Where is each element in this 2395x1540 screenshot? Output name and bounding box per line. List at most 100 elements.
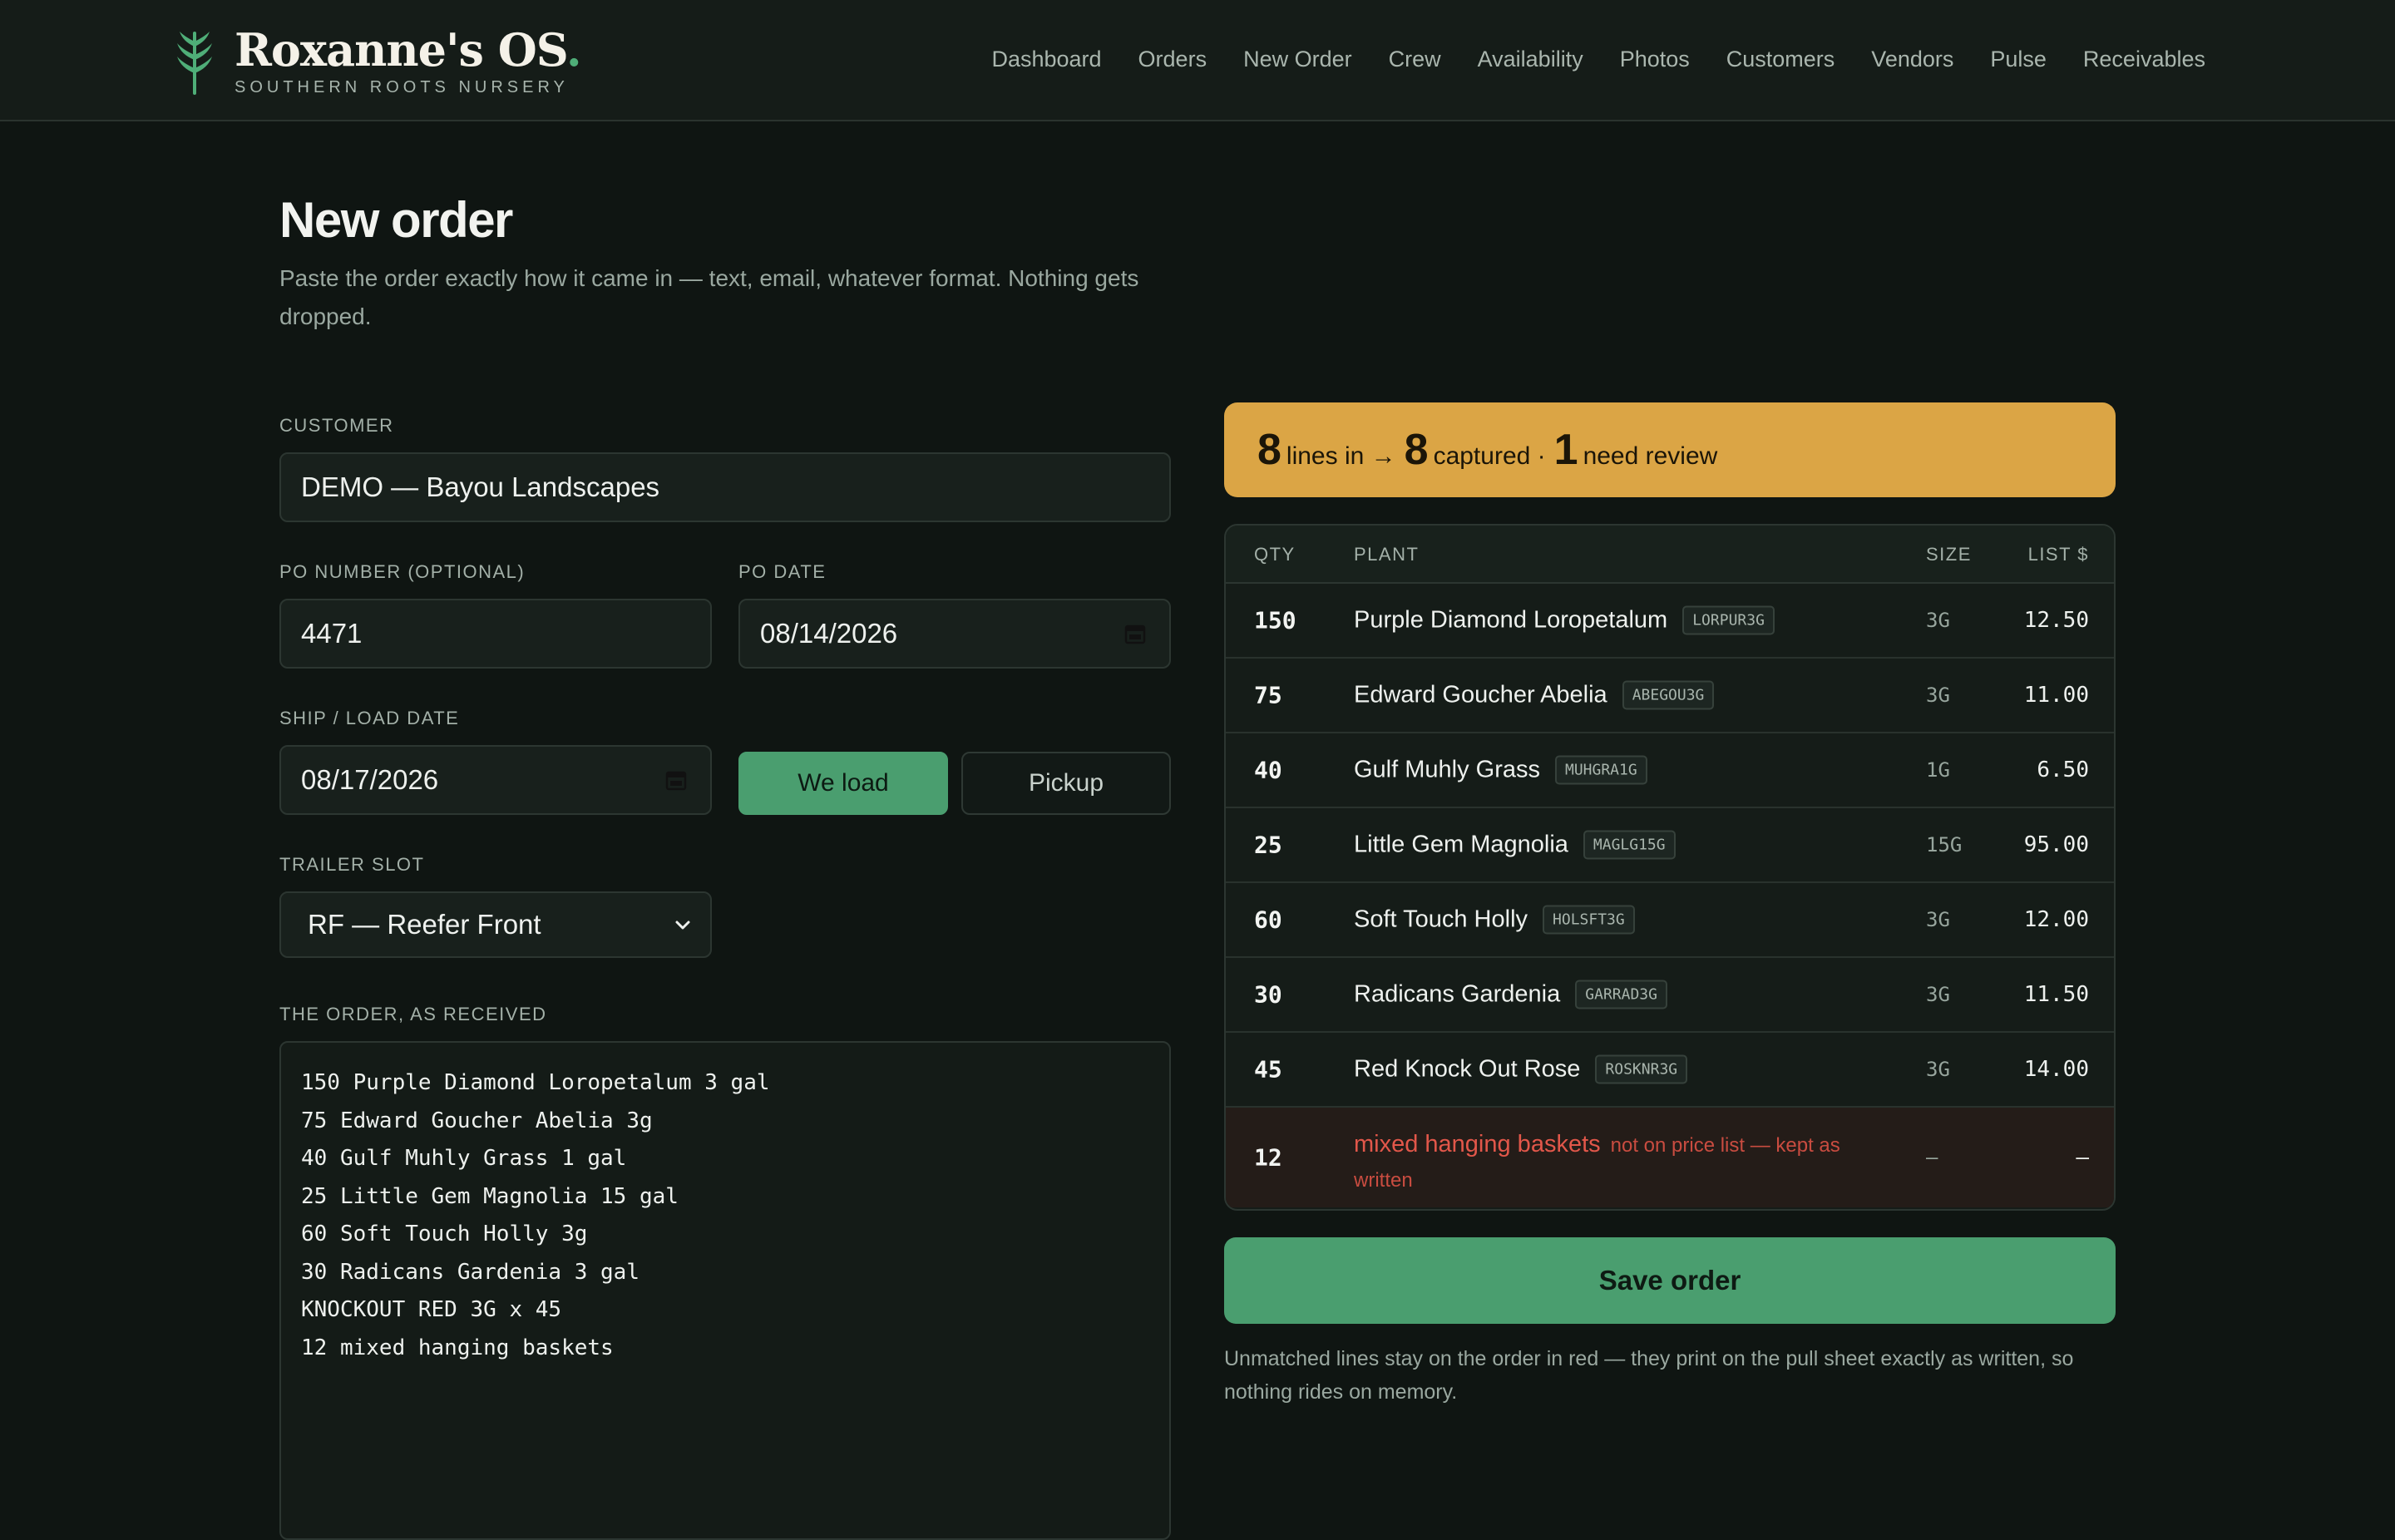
row-qty: 60: [1254, 906, 1282, 934]
row-price: 12.50: [2023, 608, 2089, 633]
row-plant: Purple Diamond Loropetalum LORPUR3G: [1354, 605, 1775, 635]
row-size: 3G: [1926, 684, 1950, 707]
row-price: 14.00: [2023, 1057, 2089, 1082]
col-qty: QTY: [1254, 544, 1296, 565]
save-order-button[interactable]: Save order: [1224, 1237, 2116, 1324]
brand-tagline: SOUTHERN ROOTS NURSERY: [235, 78, 569, 96]
po-date-label: PO Date: [738, 561, 827, 582]
row-size: 3G: [1926, 1058, 1950, 1081]
nav-vendors[interactable]: Vendors: [1871, 47, 1953, 72]
sku-badge: MAGLG15G: [1583, 830, 1676, 860]
row-size: 15G: [1926, 833, 1963, 856]
page-subtitle: Paste the order exactly how it came in —…: [279, 265, 1139, 329]
row-price: 12.00: [2023, 907, 2089, 932]
nav-receivables[interactable]: Receivables: [2083, 47, 2205, 72]
table-row[interactable]: 150 Purple Diamond Loropetalum LORPUR3G 3…: [1226, 584, 2114, 659]
pickup-button[interactable]: Pickup: [961, 752, 1171, 815]
nav-pulse[interactable]: Pulse: [1990, 47, 2047, 72]
nav-photos[interactable]: Photos: [1620, 47, 1690, 72]
row-qty: 12: [1254, 1143, 1282, 1172]
nav-new-order[interactable]: New Order: [1243, 47, 1352, 72]
captured-text: captured ·: [1433, 442, 1546, 470]
customer-value: DEMO — Bayou Landscapes: [301, 471, 660, 502]
col-list-price: LIST $: [2027, 544, 2089, 565]
row-plant: Gulf Muhly Grass MUHGRA1G: [1354, 755, 1647, 785]
customer-input[interactable]: DEMO — Bayou Landscapes: [279, 452, 1171, 522]
row-price: 6.50: [2037, 758, 2089, 782]
sku-badge: HOLSFT3G: [1543, 905, 1635, 935]
we-load-button[interactable]: We load: [738, 752, 948, 815]
po-number-label: PO Number (optional): [279, 561, 526, 582]
sku-badge: GARRAD3G: [1575, 980, 1667, 1009]
row-qty: 25: [1254, 831, 1282, 859]
row-plant: Edward Goucher Abelia ABEGOU3G: [1354, 680, 1715, 710]
lines-in-text: lines in →: [1286, 442, 1396, 470]
row-qty: 150: [1254, 606, 1296, 634]
customer-label: Customer: [279, 415, 394, 436]
page-title: New order: [279, 192, 513, 248]
row-plant: Soft Touch Holly HOLSFT3G: [1354, 905, 1635, 935]
table-row[interactable]: 60 Soft Touch Holly HOLSFT3G 3G 12.00: [1226, 883, 2114, 958]
po-number-input[interactable]: 4471: [279, 599, 712, 669]
brand[interactable]: Roxanne's OS. SOUTHERN ROOTS NURSERY: [173, 23, 582, 97]
nav-orders[interactable]: Orders: [1138, 47, 1207, 72]
main-nav: Dashboard Orders New Order Crew Availabi…: [991, 47, 2205, 72]
row-price: 95.00: [2023, 832, 2089, 857]
row-price: 11.50: [2023, 982, 2089, 1007]
row-qty: 30: [1254, 980, 1282, 1009]
row-qty: 75: [1254, 681, 1282, 709]
parse-summary-banner: 8 lines in → 8 captured · 1 need review: [1224, 402, 2116, 497]
row-qty: 45: [1254, 1055, 1282, 1083]
table-row[interactable]: 75 Edward Goucher Abelia ABEGOU3G 3G 11.0…: [1226, 659, 2114, 733]
parsed-lines-table: QTY PLANT SIZE LIST $ 150 Purple Diamond…: [1224, 524, 2116, 1211]
row-size: 3G: [1926, 609, 1950, 632]
po-date-value: 08/14/2026: [760, 618, 898, 649]
chevron-down-icon: [675, 921, 690, 930]
lines-in-count: 8: [1257, 426, 1281, 474]
po-date-input[interactable]: 08/14/2026: [738, 599, 1171, 669]
brand-name: Roxanne's OS.: [235, 23, 582, 77]
order-textarea[interactable]: 150 Purple Diamond Loropetalum 3 gal 75 …: [279, 1041, 1171, 1540]
table-row[interactable]: 45 Red Knock Out Rose ROSKNR3G 3G 14.00: [1226, 1033, 2114, 1108]
row-plant: Radicans Gardenia GARRAD3G: [1354, 980, 1667, 1009]
row-price: 11.00: [2023, 683, 2089, 708]
unmatched-row[interactable]: 12 mixed hanging baskets not on price lis…: [1226, 1108, 2114, 1207]
sku-badge: ABEGOU3G: [1622, 680, 1715, 710]
ship-date-input[interactable]: 08/17/2026: [279, 745, 712, 815]
row-price: –: [2076, 1145, 2089, 1170]
calendar-icon[interactable]: [1124, 623, 1146, 644]
ship-date-label: Ship / Load Date: [279, 708, 460, 728]
top-bar: Roxanne's OS. SOUTHERN ROOTS NURSERY Das…: [0, 0, 2395, 121]
row-size: 3G: [1926, 908, 1950, 931]
po-number-value: 4471: [301, 618, 363, 649]
unmatched-plant: mixed hanging baskets not on price list —…: [1354, 1131, 1840, 1192]
row-size: 3G: [1926, 983, 1950, 1006]
row-plant: Little Gem Magnolia MAGLG15G: [1354, 830, 1676, 860]
sku-badge: ROSKNR3G: [1595, 1054, 1688, 1084]
review-count: 1: [1553, 426, 1578, 474]
row-plant: Red Knock Out Rose ROSKNR3G: [1354, 1054, 1688, 1084]
row-size: 1G: [1926, 758, 1950, 782]
leaf-logo-icon: [177, 32, 212, 95]
nav-crew[interactable]: Crew: [1389, 47, 1441, 72]
unmatched-footnote: Unmatched lines stay on the order in red…: [1224, 1347, 2074, 1404]
order-text-label: The order, as received: [279, 1004, 547, 1024]
row-size: –: [1926, 1146, 1938, 1169]
nav-customers[interactable]: Customers: [1726, 47, 1835, 72]
trailer-slot-value: RF — Reefer Front: [308, 909, 541, 940]
table-row[interactable]: 40 Gulf Muhly Grass MUHGRA1G 1G 6.50: [1226, 733, 2114, 808]
row-qty: 40: [1254, 756, 1282, 784]
col-plant: PLANT: [1354, 544, 1420, 565]
calendar-icon[interactable]: [665, 769, 687, 791]
table-row[interactable]: 30 Radicans Gardenia GARRAD3G 3G 11.50: [1226, 958, 2114, 1033]
trailer-slot-label: Trailer Slot: [279, 854, 425, 875]
ship-date-value: 08/17/2026: [301, 764, 439, 795]
nav-availability[interactable]: Availability: [1478, 47, 1583, 72]
sku-badge: MUHGRA1G: [1555, 755, 1647, 785]
sku-badge: LORPUR3G: [1682, 605, 1775, 635]
col-size: SIZE: [1926, 544, 1972, 565]
table-row[interactable]: 25 Little Gem Magnolia MAGLG15G 15G 95.00: [1226, 808, 2114, 883]
nav-dashboard[interactable]: Dashboard: [991, 47, 1101, 72]
trailer-slot-select[interactable]: RF — Reefer Front: [279, 891, 712, 958]
review-text: need review: [1583, 442, 1718, 470]
